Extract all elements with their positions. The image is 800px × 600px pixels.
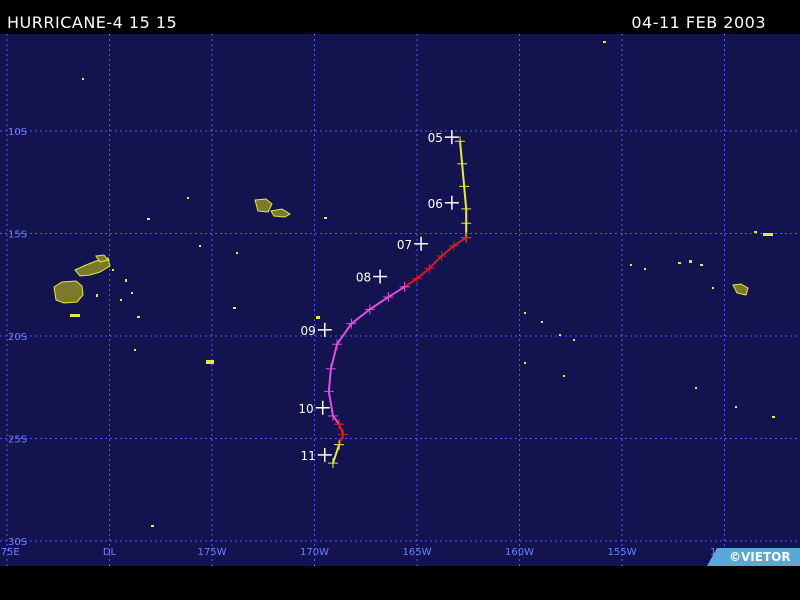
islet [524, 312, 526, 314]
map-viewer: HURRICANE-4 15 15 04-11 FEB 2003 75E DL … [0, 0, 800, 600]
islet [700, 264, 703, 266]
islet [630, 264, 632, 266]
lon-tick-label: 160W [505, 547, 534, 558]
day-label: 08 [356, 271, 371, 285]
islet [134, 349, 136, 351]
islet [695, 387, 697, 389]
date-range: 04-11 FEB 2003 [631, 13, 766, 32]
islet [644, 268, 646, 270]
islet [603, 41, 606, 43]
day-label: 05 [428, 131, 443, 145]
islet [96, 294, 98, 297]
islet [735, 406, 737, 408]
islet [131, 292, 133, 294]
day-label: 10 [298, 402, 313, 416]
islet [206, 360, 214, 364]
day-label: 11 [300, 449, 315, 463]
lat-tick-label: 20S [8, 332, 27, 343]
islet [199, 245, 201, 247]
islet [678, 262, 681, 264]
islet [233, 307, 236, 309]
lon-tick-label: 155W [608, 547, 637, 558]
lon-tick-label: 170W [300, 547, 329, 558]
islet [120, 299, 122, 301]
lat-tick-label: 25S [8, 435, 27, 446]
lon-tick-label: 175E [0, 547, 20, 558]
lat-tick-label: 10S [8, 127, 27, 138]
lon-tick-label: DL [103, 547, 117, 558]
islet [137, 316, 140, 318]
lat-tick-label: 15S [8, 230, 27, 241]
island-viti-levu [53, 280, 84, 304]
day-label: 07 [397, 238, 412, 252]
islet [147, 218, 150, 220]
day-label: 09 [300, 324, 315, 338]
islet [187, 197, 189, 199]
islet [125, 279, 127, 282]
islet [754, 231, 757, 233]
islet [324, 217, 327, 219]
islet [70, 314, 80, 317]
storm-title: HURRICANE-4 15 15 [7, 13, 178, 32]
islet [763, 233, 773, 236]
islet [712, 287, 714, 289]
islet [316, 316, 320, 319]
lon-tick-label: 175W [198, 547, 227, 558]
islet [689, 260, 692, 263]
islet [772, 416, 775, 418]
lon-tick-label: 165W [403, 547, 432, 558]
islet [112, 269, 114, 271]
track-map: 175EDL175W170W165W160W155W150W10S15S20S2… [0, 34, 800, 566]
islet [82, 78, 84, 80]
lat-tick-label: 30S [8, 537, 27, 548]
credit-badge: ©VIETOR [707, 548, 800, 566]
islet [151, 525, 154, 527]
islet [559, 334, 561, 336]
islet [524, 362, 526, 364]
day-label: 06 [428, 197, 443, 211]
islet [563, 375, 565, 377]
islet [573, 339, 575, 341]
islet [236, 252, 238, 254]
islet [541, 321, 543, 323]
